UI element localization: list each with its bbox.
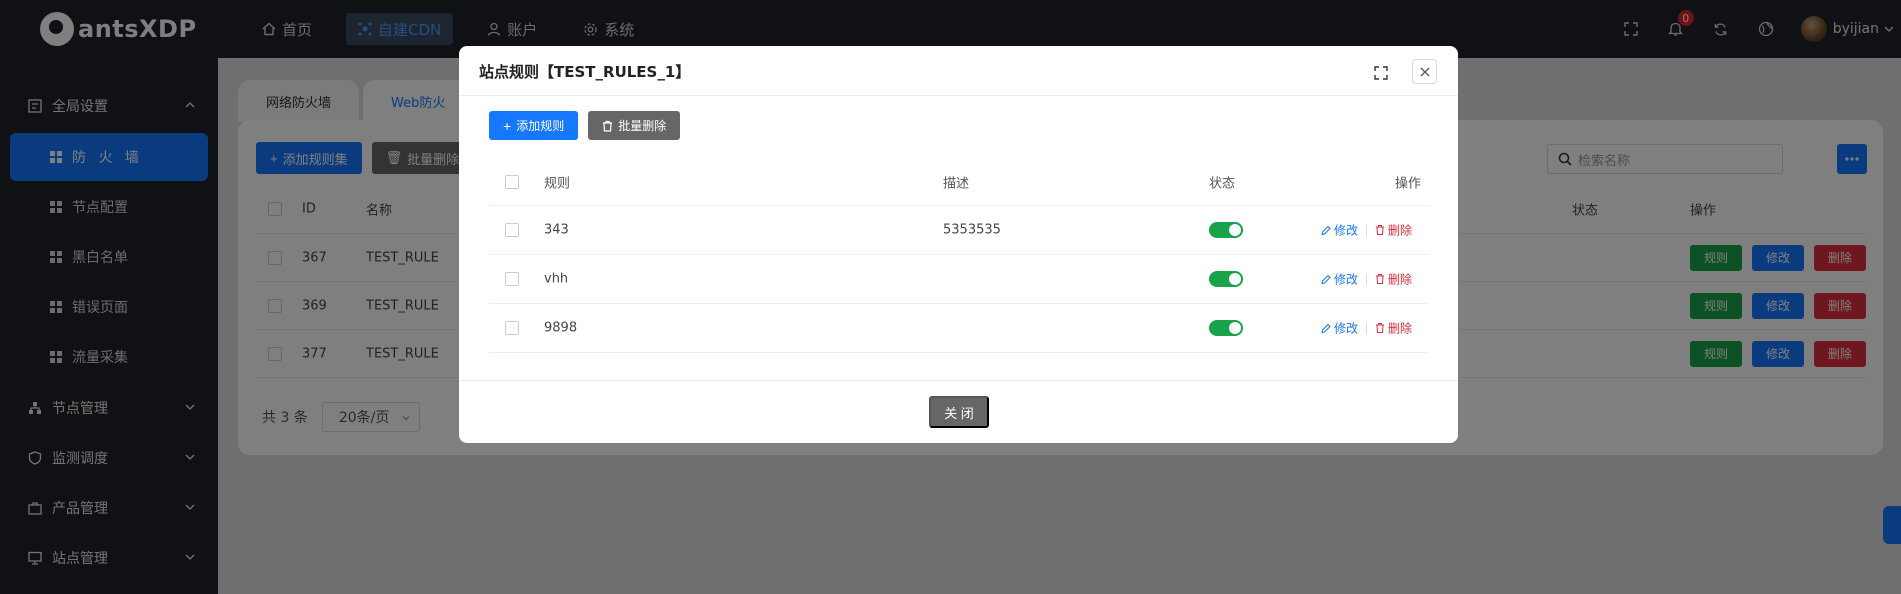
divider — [1366, 273, 1368, 285]
trash-icon — [1376, 323, 1385, 333]
add-rule-button[interactable]: + 添加规则 — [489, 111, 579, 140]
add-rule-label: 添加规则 — [516, 119, 565, 133]
row-actions: 修改 删除 — [1321, 271, 1412, 288]
row-actions: 修改 删除 — [1321, 320, 1412, 337]
site-rules-dialog: 站点规则【TEST_RULES_1】 + 添加规则 批量删除 规则 描述 状态 … — [459, 46, 1458, 443]
delete-label: 删除 — [1388, 272, 1413, 287]
col-ops: 操作 — [1395, 176, 1422, 191]
dialog-title: 站点规则【TEST_RULES_1】 — [479, 63, 691, 81]
table-row: 9898 修改 删除 — [489, 304, 1429, 353]
delete-link[interactable]: 删除 — [1375, 320, 1412, 337]
edit-label: 修改 — [1334, 223, 1359, 238]
batch-delete-rules-label: 批量删除 — [618, 119, 667, 133]
table-row: 343 5353535 修改 删除 — [489, 206, 1429, 255]
trash-icon — [1376, 274, 1385, 284]
col-status: 状态 — [1209, 176, 1236, 191]
table-row: vhh 修改 删除 — [489, 255, 1429, 304]
close-button[interactable] — [1412, 59, 1437, 84]
edit-link[interactable]: 修改 — [1321, 222, 1358, 239]
maximize-button[interactable] — [1374, 66, 1388, 84]
table-header: 规则 描述 状态 操作 — [489, 158, 1429, 206]
footer-divider — [459, 380, 1458, 381]
status-toggle[interactable] — [1209, 320, 1243, 336]
edit-link[interactable]: 修改 — [1321, 271, 1358, 288]
rule-value: vhh — [544, 271, 569, 287]
delete-link[interactable]: 删除 — [1375, 271, 1412, 288]
desc-value: 5353535 — [943, 222, 1001, 238]
status-toggle[interactable] — [1209, 271, 1243, 287]
col-desc: 描述 — [943, 176, 970, 191]
rule-value: 343 — [544, 222, 569, 238]
rules-table: 规则 描述 状态 操作 343 5353535 修改 删除 vhh 修改 删除 … — [489, 158, 1429, 353]
close-icon — [1420, 67, 1429, 76]
trash-icon — [1376, 225, 1385, 235]
plus-icon: + — [503, 117, 512, 134]
pencil-icon — [1321, 225, 1331, 235]
status-toggle[interactable] — [1209, 222, 1243, 238]
pencil-icon — [1321, 274, 1331, 284]
row-checkbox[interactable] — [505, 321, 519, 335]
divider — [1366, 224, 1368, 236]
delete-label: 删除 — [1388, 321, 1413, 336]
edit-link[interactable]: 修改 — [1321, 320, 1358, 337]
delete-link[interactable]: 删除 — [1375, 222, 1412, 239]
trash-icon — [603, 120, 613, 132]
select-all-checkbox[interactable] — [505, 174, 519, 189]
col-rule: 规则 — [544, 176, 571, 191]
delete-label: 删除 — [1388, 223, 1413, 238]
divider — [1366, 322, 1368, 334]
edit-label: 修改 — [1334, 272, 1359, 287]
row-checkbox[interactable] — [505, 272, 519, 286]
header-divider — [459, 95, 1458, 96]
rule-value: 9898 — [544, 320, 578, 336]
row-checkbox[interactable] — [505, 223, 519, 237]
close-dialog-button[interactable]: 关 闭 — [929, 396, 989, 428]
row-actions: 修改 删除 — [1321, 222, 1412, 239]
pencil-icon — [1321, 323, 1331, 333]
maximize-icon — [1374, 66, 1388, 80]
batch-delete-rules-button[interactable]: 批量删除 — [588, 111, 681, 140]
dialog-toolbar: + 添加规则 批量删除 — [489, 111, 681, 140]
edit-label: 修改 — [1334, 321, 1359, 336]
